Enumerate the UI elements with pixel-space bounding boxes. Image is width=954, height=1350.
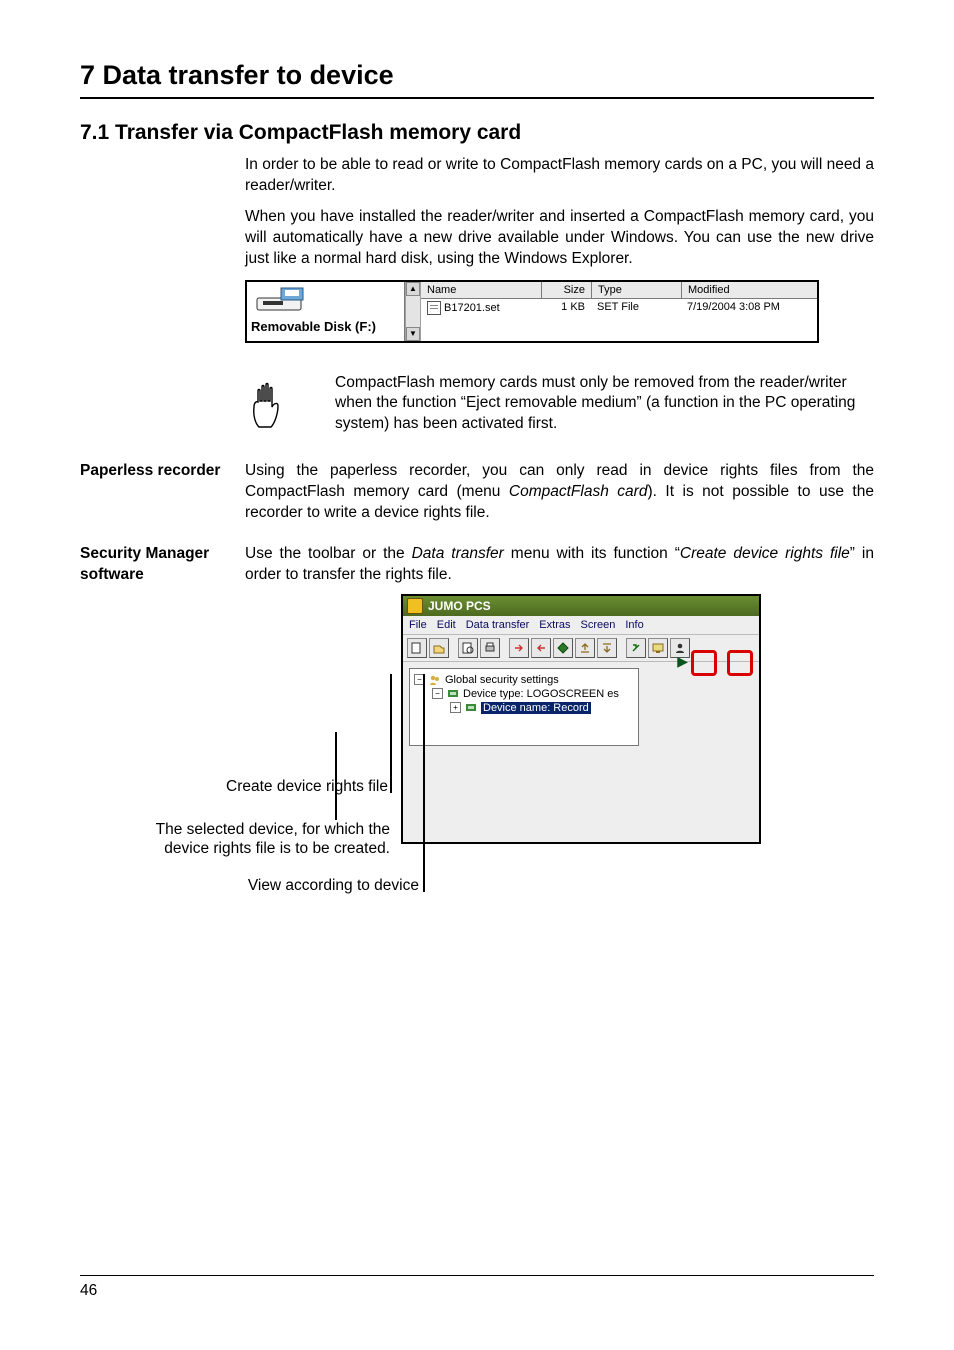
toolbar-create-rights-button[interactable] [553,638,573,658]
highlight-view-device [727,650,753,676]
toolbar-transfer-from-button[interactable] [509,638,529,658]
chapter-title: 7 Data transfer to device [80,60,874,99]
explorer-file-list: Name Size Type Modified B17201.set 1 KB … [421,282,817,341]
highlight-create-rights [691,650,717,676]
toolbar-new-button[interactable] [407,638,427,658]
removable-disk-icon [251,284,311,318]
tree-root-label: Global security settings [445,674,559,686]
file-icon [427,301,441,315]
toolbar-import-button[interactable] [597,638,617,658]
toolbar-export-button[interactable] [575,638,595,658]
file-name: B17201.set [444,302,500,314]
note-text: CompactFlash memory cards must only be r… [335,373,874,436]
attention-hand-icon [245,379,285,429]
menu-data-transfer[interactable]: Data transfer [466,619,530,631]
menu-file[interactable]: File [409,619,427,631]
file-size: 1 KB [541,299,591,317]
explorer-tree-pane: Removable Disk (F:) [247,282,405,341]
tree-device-name[interactable]: + Device name: Recorder 1 [414,701,634,715]
explorer-column-headers: Name Size Type Modified [421,282,817,299]
explorer-window: Removable Disk (F:) ▲ ▼ Name Size Type M… [245,280,819,343]
explorer-scrollbar[interactable]: ▲ ▼ [405,282,421,341]
callout-create-rights: Create device rights file [130,777,388,796]
col-name-header[interactable]: Name [421,282,541,298]
col-type-header[interactable]: Type [591,282,681,298]
menu-extras[interactable]: Extras [539,619,570,631]
file-type: SET File [591,299,681,317]
security-manager-text: Use the toolbar or the Data transfer men… [245,544,874,586]
label-security-manager: Security Manager software [80,544,245,586]
page-number: 46 [80,1282,97,1299]
label-paperless-recorder: Paperless recorder [80,461,245,482]
device-icon [447,688,459,700]
tree-device-type[interactable]: − Device type: LOGOSCREEN es [414,687,634,701]
device-tree-panel: − Global security settings − Device type… [409,668,639,746]
paperless-recorder-text: Using the paperless recorder, you can on… [245,461,874,524]
menu-info[interactable]: Info [625,619,643,631]
toolbar-transfer-to-button[interactable] [531,638,551,658]
tree-expand-icon[interactable]: + [450,702,461,713]
tree-device-type-label: Device type: LOGOSCREEN es [463,688,619,700]
toolbar-print-button[interactable] [480,638,500,658]
jumo-pcs-window: JUMO PCS File Edit Data transfer Extras … [401,594,761,844]
users-icon [429,674,441,686]
menu-screen[interactable]: Screen [580,619,615,631]
app-title: JUMO PCS [428,599,491,613]
tree-collapse-icon[interactable]: − [432,688,443,699]
col-modified-header[interactable]: Modified [681,282,817,298]
explorer-file-row[interactable]: B17201.set 1 KB SET File 7/19/2004 3:08 … [421,299,817,317]
toolbar-users-button[interactable] [670,638,690,658]
menu-edit[interactable]: Edit [437,619,456,631]
app-logo-icon [407,598,423,614]
scroll-down-button[interactable]: ▼ [406,327,420,341]
device-icon [465,702,477,714]
file-modified: 7/19/2004 3:08 PM [681,299,817,317]
app-menubar: File Edit Data transfer Extras Screen In… [403,616,759,635]
app-titlebar: JUMO PCS [403,596,759,616]
intro-paragraph-2: When you have installed the reader/write… [245,207,874,270]
section-title: 7.1 Transfer via CompactFlash memory car… [80,121,874,145]
callout-selected-device: The selected device, for which the devic… [40,820,390,859]
explorer-drive-label[interactable]: Removable Disk (F:) [251,320,400,335]
tree-collapse-icon[interactable]: − [414,674,425,685]
toolbar-preview-button[interactable] [458,638,478,658]
intro-paragraph-1: In order to be able to read or write to … [245,155,874,197]
toolbar-open-button[interactable] [429,638,449,658]
toolbar-connect-button[interactable] [626,638,646,658]
col-size-header[interactable]: Size [541,282,591,298]
tree-root[interactable]: − Global security settings [414,673,634,687]
callout-view-device: View according to device [130,876,419,895]
scroll-up-button[interactable]: ▲ [406,282,420,296]
toolbar-view-device-button[interactable] [648,638,668,658]
